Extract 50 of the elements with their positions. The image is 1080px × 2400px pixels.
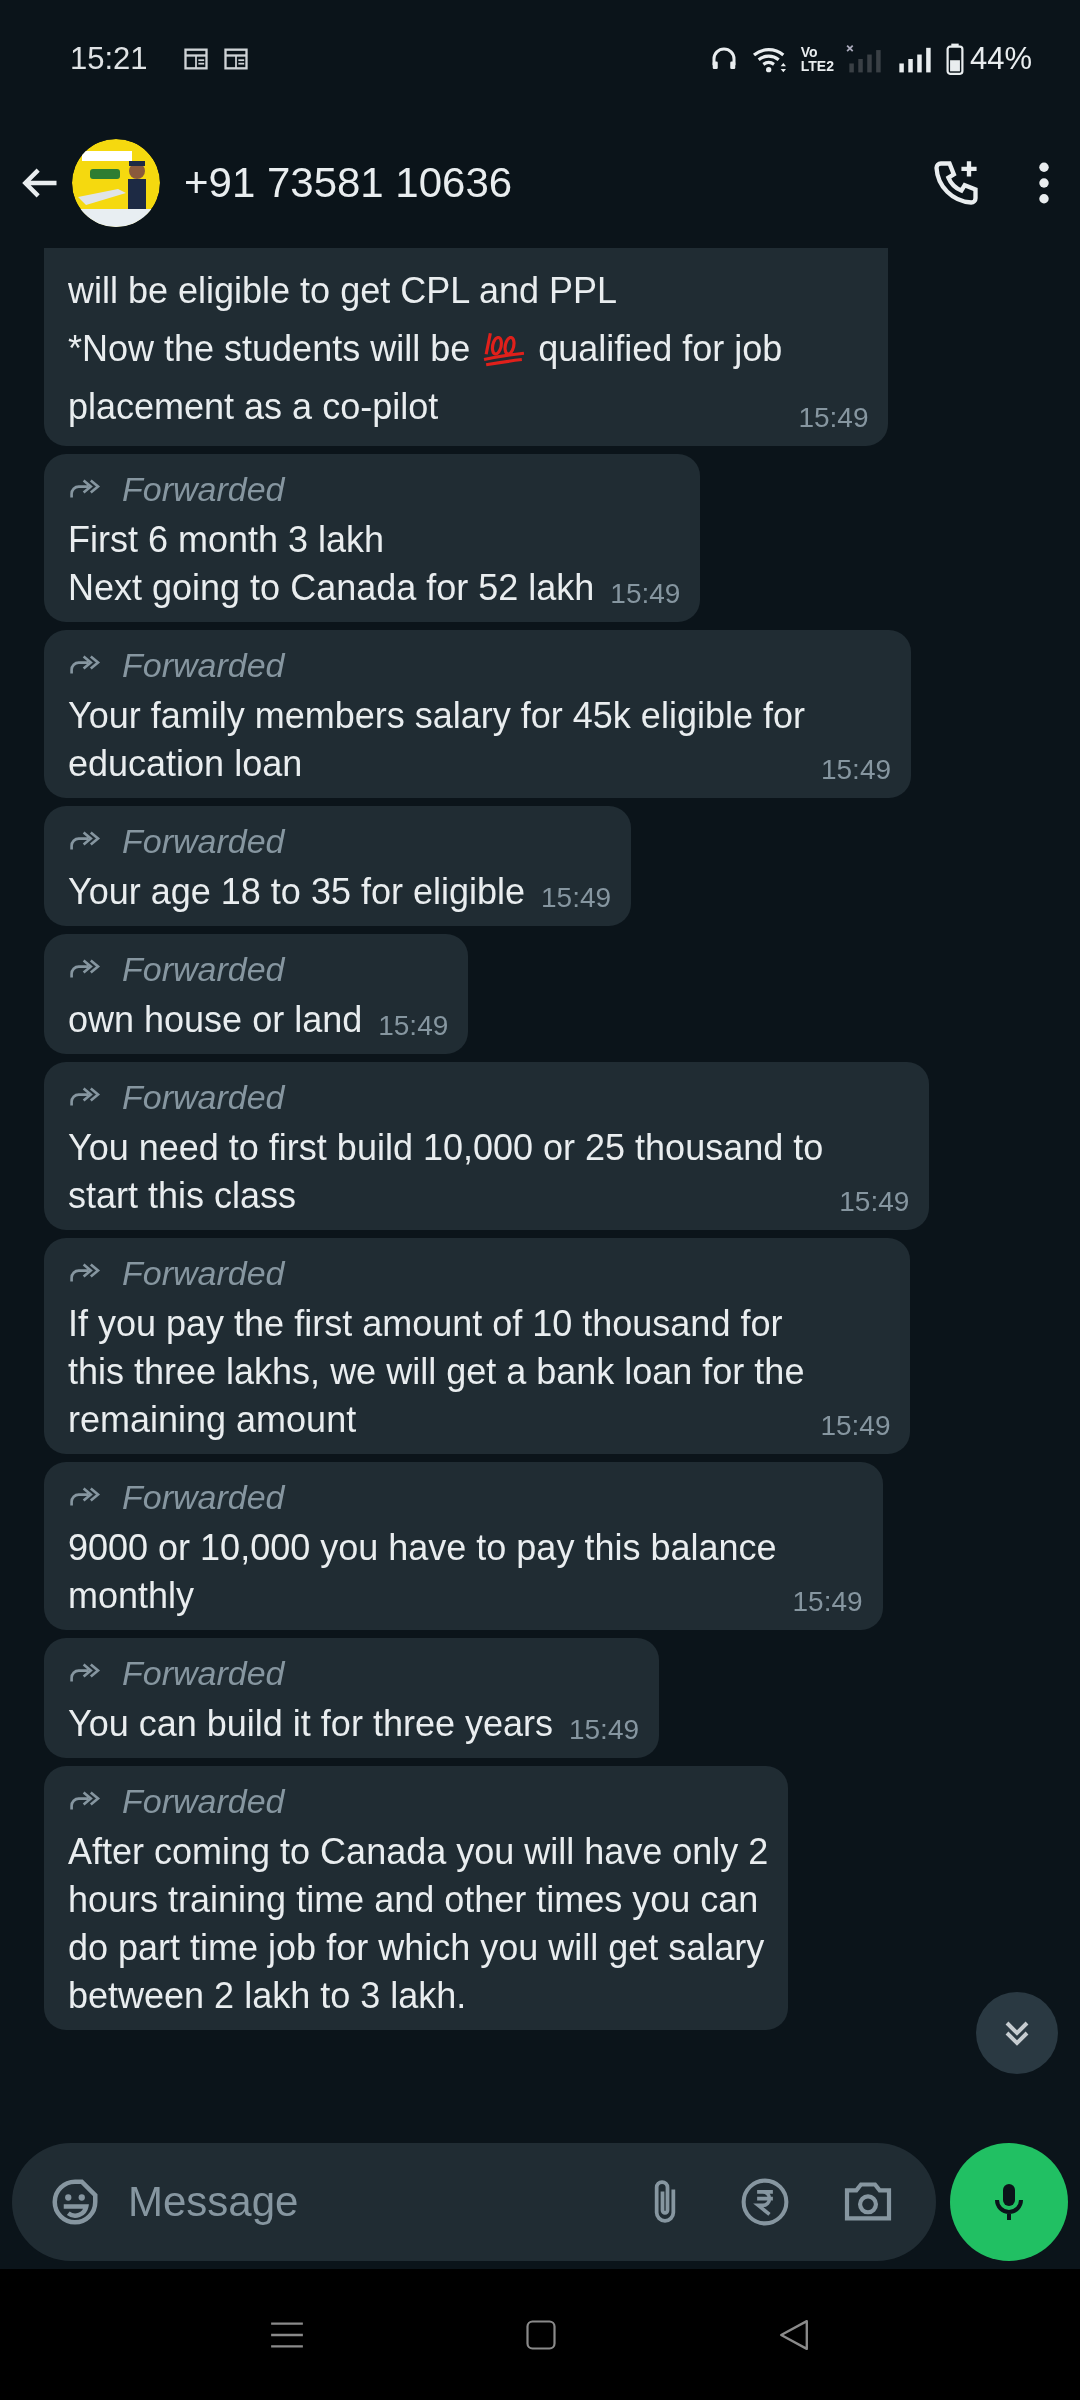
recent-apps-icon[interactable]	[270, 2320, 304, 2349]
message-time: 15:49	[610, 578, 681, 610]
message-text: 9000 or 10,000 you have to pay this balance monthly	[68, 1526, 777, 1618]
message-text: Your family members salary for 45k eligible for education loan	[68, 694, 805, 786]
message-bubble[interactable]: Forwarded Your age 18 to 35 for eligible 15:49	[44, 806, 632, 926]
message-time: 15:49	[820, 754, 892, 786]
message-bubble[interactable]: will be eligible to get CPL and PPL *Now the students will be qualified for job placement as a co-pilot 15:49	[44, 248, 889, 446]
message-time: 15:49	[839, 1186, 910, 1218]
message-bubble[interactable]: Forwarded First 6 month 3 lakh Next going to Canada for 52 lakh 15:49	[44, 454, 701, 622]
message-time: 15:49	[378, 1010, 449, 1042]
message-bubble[interactable]: Forwarded 9000 or 10,000 you have to pay this balance monthly 15:49	[44, 1462, 883, 1630]
battery-percent: 44%	[969, 41, 1032, 77]
message-time: 15:49	[792, 1586, 863, 1618]
message-bubble[interactable]: Forwarded You can build it for three years 15:49	[44, 1638, 660, 1758]
network-label: LTE2	[800, 59, 834, 73]
forwarded-label: Forwarded	[122, 645, 285, 685]
message-text: Your age 18 to 35 for eligible	[68, 870, 525, 914]
message-text: You need to first build 10,000 or 25 thousand to start this class	[68, 1126, 824, 1218]
no-signal-icon	[845, 44, 884, 74]
message-text: After coming to Canada you will have only 2 hours training time and other times you can do part time job for which you will get salary between 2 lakh to 3 lakh.	[68, 1830, 769, 2018]
forwarded-label: Forwarded	[122, 821, 285, 861]
message-field[interactable]: Message	[126, 2176, 592, 2227]
message-text: If you pay the first amount of 10 thousand for this three lakhs, we will get a bank loan for the remaining amount	[68, 1302, 805, 1442]
status-time: 15:21	[70, 41, 148, 77]
message-text: will be eligible to get CPL and PPL *Now the students will be qualified for job placement as a co-pilot	[68, 269, 783, 429]
contact-name[interactable]: +91 73581 10636	[184, 159, 513, 207]
back-icon[interactable]	[778, 2318, 810, 2351]
message-text: own house or land	[68, 998, 363, 1042]
forwarded-label: Forwarded	[122, 1781, 285, 1821]
battery-icon	[945, 43, 964, 75]
home-icon[interactable]	[526, 2319, 556, 2350]
forwarded-label: Forwarded	[122, 1077, 285, 1117]
message-time: 15:49	[798, 402, 869, 434]
forwarded-label: Forwarded	[122, 469, 285, 509]
forwarded-label: Forwarded	[122, 1253, 285, 1293]
message-time: 15:49	[568, 1714, 640, 1746]
more-options-icon[interactable]	[1038, 162, 1050, 204]
message-text: First 6 month 3 lakh Next going to Canada for 52 lakh	[68, 518, 595, 610]
message-bubble[interactable]: Forwarded own house or land 15:49	[44, 934, 469, 1054]
message-bubble[interactable]: Forwarded If you pay the first amount of 10 thousand for this three lakhs, we will get a bank loan for the remaining amount 15:49	[44, 1238, 911, 1454]
forwarded-label: Forwarded	[122, 1653, 285, 1693]
message-bubble[interactable]: Forwarded After coming to Canada you will have only 2 hours training time and other times you can do part time job for which you will get salary between 2 lakh to 3 lakh.	[44, 1766, 789, 2030]
message-time: 15:49	[541, 882, 612, 914]
message-time: 15:49	[820, 1410, 891, 1442]
forwarded-label: Forwarded	[122, 1477, 285, 1517]
message-bubble[interactable]: Forwarded You need to first build 10,000 or 25 thousand to start this class 15:49	[44, 1062, 930, 1230]
message-bubble[interactable]: Forwarded Your family members salary for 45k eligible for education loan 15:49	[44, 630, 912, 798]
network-label: Vo	[800, 45, 819, 59]
forwarded-label: Forwarded	[122, 949, 285, 989]
message-text: You can build it for three years	[68, 1702, 553, 1746]
